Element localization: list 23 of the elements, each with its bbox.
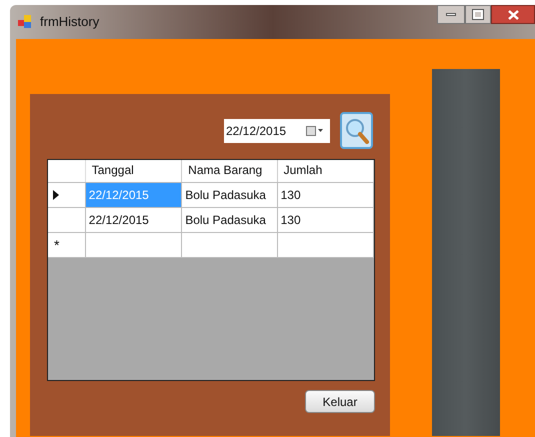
table-cell: 130 — [278, 208, 374, 232]
column-header[interactable]: Jumlah — [278, 160, 374, 182]
table-cell: Bolu Padasuka — [182, 183, 278, 207]
table-cell: 22/12/2015 — [86, 208, 182, 232]
table-cell: 22/12/2015 — [86, 183, 182, 207]
column-header[interactable]: Nama Barang — [182, 160, 278, 182]
search-button[interactable] — [340, 112, 373, 149]
current-row-icon — [53, 190, 59, 200]
table-cell: 130 — [278, 183, 374, 207]
maximize-button[interactable] — [465, 5, 491, 24]
maximize-icon — [473, 10, 483, 19]
minimize-button[interactable] — [437, 5, 465, 24]
minimize-icon — [446, 13, 456, 16]
close-form-button[interactable]: Keluar — [305, 390, 375, 413]
close-button[interactable] — [491, 5, 535, 24]
app-icon — [18, 15, 32, 29]
close-icon — [508, 10, 518, 20]
table-cell: Bolu Padasuka — [182, 208, 278, 232]
column-header[interactable]: Tanggal — [86, 160, 182, 182]
calendar-dropdown-icon — [306, 126, 324, 136]
date-picker[interactable]: 22/12/2015 — [224, 118, 330, 142]
search-icon — [344, 118, 368, 144]
window-title: frmHistory — [40, 13, 100, 32]
